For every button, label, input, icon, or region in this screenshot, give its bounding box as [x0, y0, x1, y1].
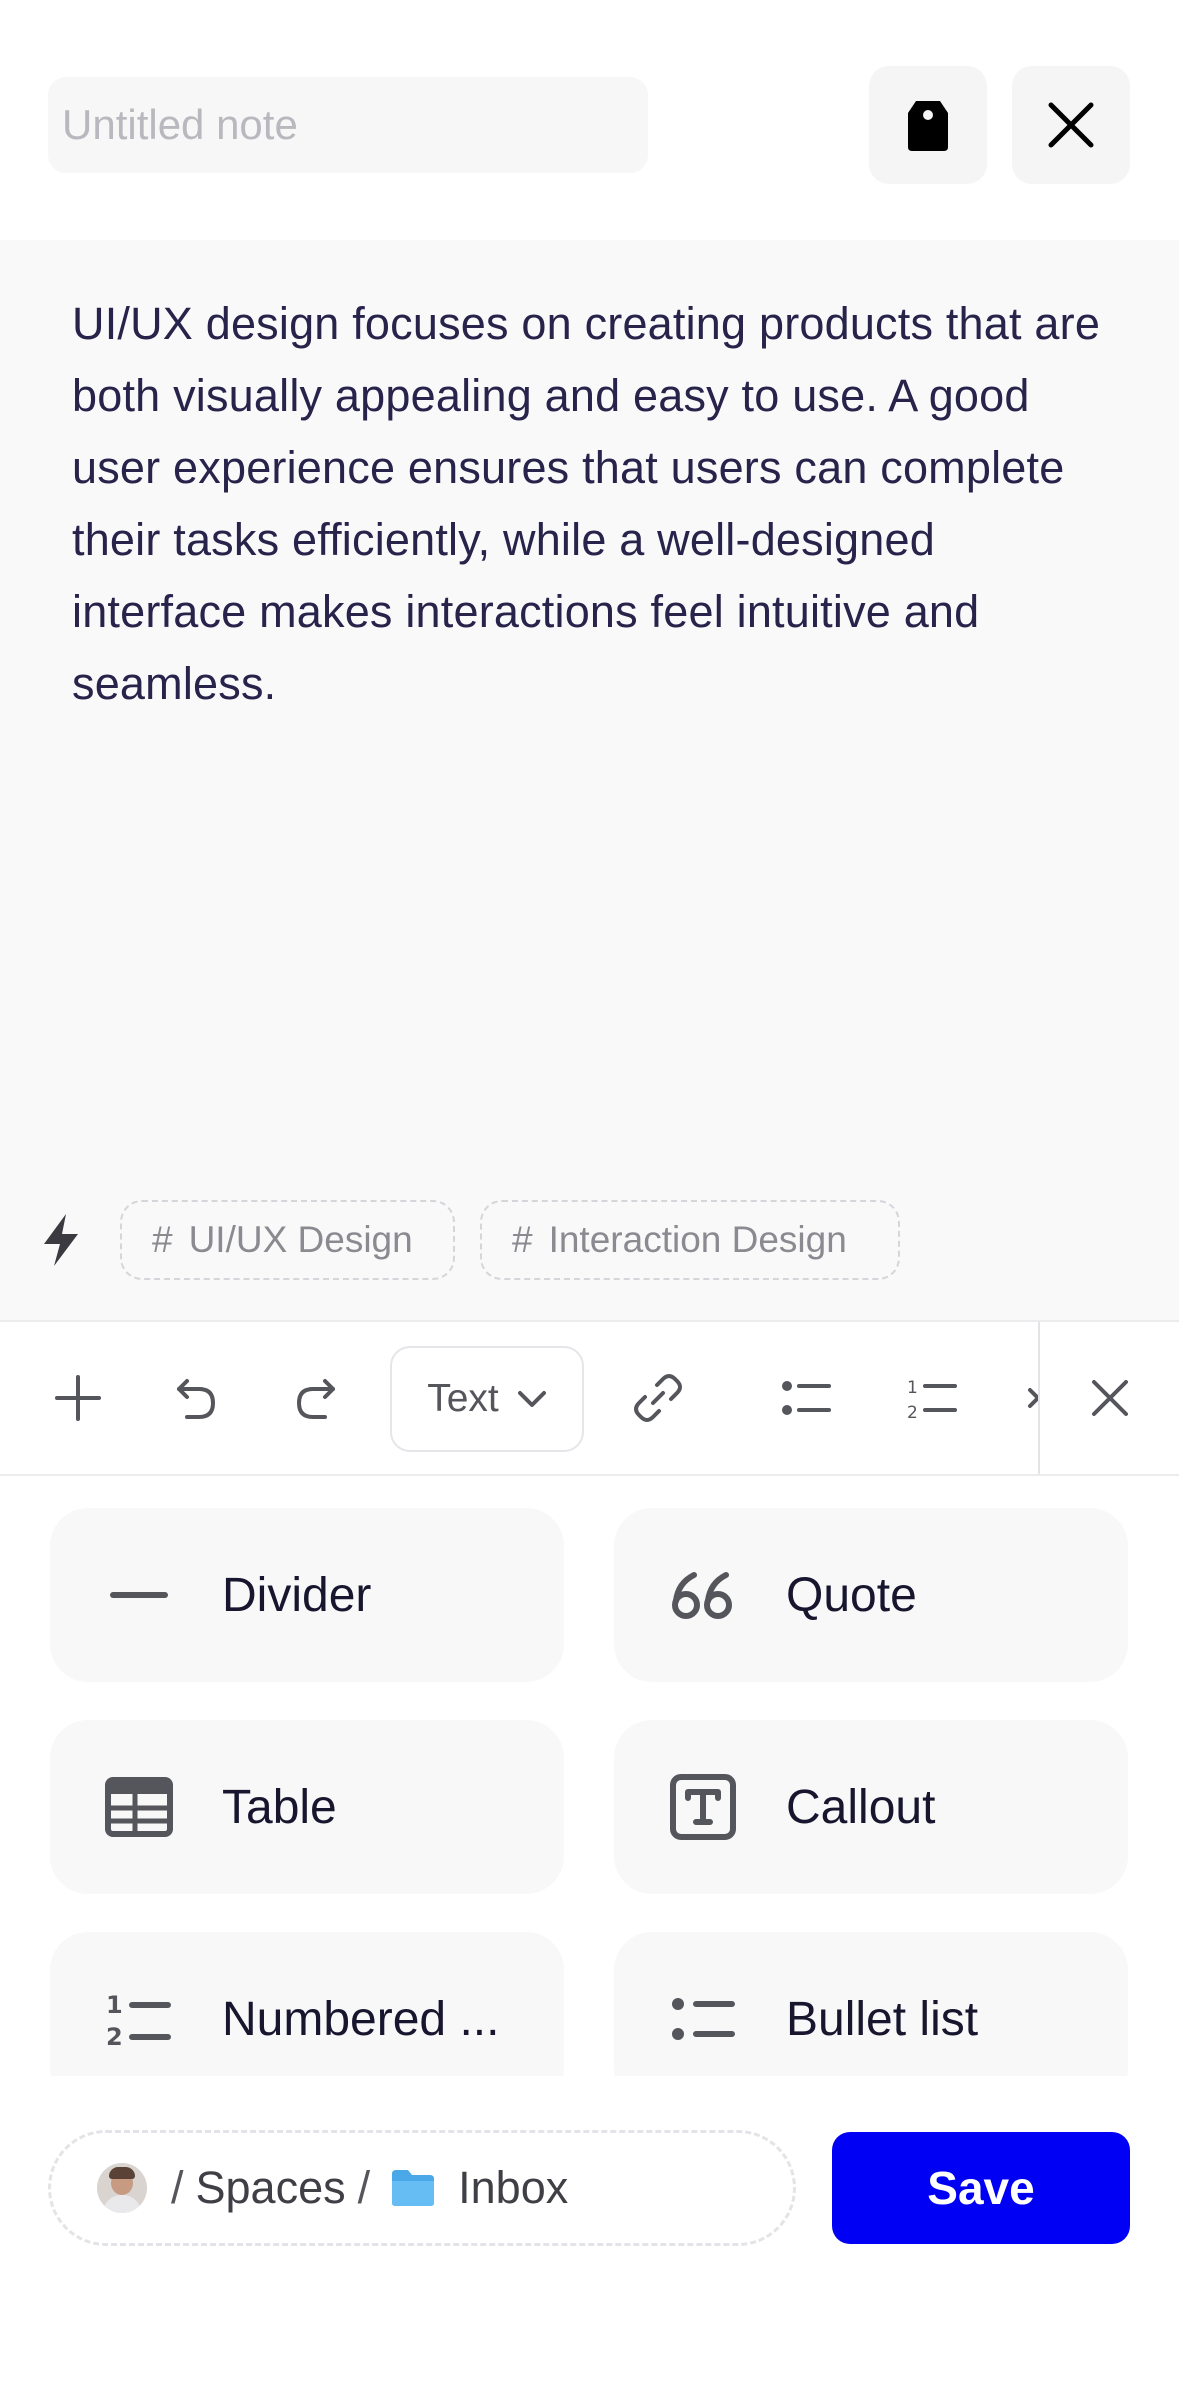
- svg-text:2: 2: [106, 2023, 123, 2047]
- quote-block-button[interactable]: Quote: [614, 1508, 1128, 1682]
- block-label: Bullet list: [786, 1992, 979, 2046]
- path-separator: /: [171, 2162, 184, 2213]
- tag-chip-uiux[interactable]: # UI/UX Design: [120, 1200, 455, 1280]
- undo-icon: [177, 1379, 216, 1419]
- quote-icon: [1028, 1388, 1040, 1408]
- redo-button[interactable]: [278, 1322, 354, 1474]
- table-icon: [105, 1777, 173, 1837]
- tag-label: UI/UX Design: [188, 1219, 413, 1260]
- table-block-button[interactable]: Table: [50, 1720, 564, 1894]
- numbered-list-block-button[interactable]: 1 2 Numbered ...: [50, 1932, 564, 2076]
- tag-label: Interaction Design: [548, 1219, 847, 1260]
- close-icon: [1048, 102, 1094, 148]
- bullet-list-button[interactable]: [766, 1322, 846, 1474]
- block-label: Table: [222, 1780, 337, 1834]
- bullet-list-icon: [782, 1381, 831, 1415]
- quote-icon: [672, 1572, 732, 1619]
- avatar: [97, 2163, 147, 2213]
- toolbar-divider: [1038, 1322, 1040, 1474]
- insert-block-grid: Divider Quote Table Callout 1 2 Numbered…: [0, 1476, 1179, 2076]
- save-button[interactable]: Save: [832, 2132, 1130, 2244]
- undo-button[interactable]: [158, 1322, 234, 1474]
- chevron-down-icon: [517, 1391, 546, 1407]
- folder-icon: [392, 2170, 435, 2206]
- numbered-list-icon: 1 2: [106, 1991, 171, 2047]
- link-icon: [634, 1374, 682, 1422]
- bolt-icon[interactable]: [38, 1212, 84, 1268]
- svg-text:1: 1: [106, 1991, 123, 2019]
- hash-icon: #: [152, 1219, 173, 1260]
- add-block-button[interactable]: [40, 1322, 116, 1474]
- tag-chip-interaction[interactable]: # Interaction Design: [480, 1200, 900, 1280]
- callout-icon: [670, 1774, 736, 1840]
- note-body-text[interactable]: UI/UX design focuses on creating product…: [72, 288, 1112, 720]
- svg-text:1: 1: [907, 1378, 918, 1398]
- divider-block-button[interactable]: Divider: [50, 1508, 564, 1682]
- text-style-dropdown[interactable]: Text: [390, 1346, 584, 1452]
- block-label: Numbered ...: [222, 1992, 500, 2046]
- note-editor[interactable]: UI/UX design focuses on creating product…: [0, 240, 1179, 1320]
- toolbar-overflow-item[interactable]: [1020, 1322, 1040, 1474]
- text-style-label: Text: [427, 1377, 499, 1420]
- note-footer: / Spaces / Inbox Save: [0, 2076, 1179, 2396]
- location-breadcrumb[interactable]: / Spaces / Inbox: [48, 2130, 796, 2246]
- tag-button[interactable]: [869, 66, 987, 184]
- path-separator: /: [357, 2162, 371, 2213]
- close-toolbar-button[interactable]: [1070, 1322, 1150, 1474]
- breadcrumb-inbox: Inbox: [458, 2162, 569, 2213]
- plus-icon: [55, 1375, 101, 1421]
- bullet-list-block-button[interactable]: Bullet list: [614, 1932, 1128, 2076]
- block-label: Callout: [786, 1780, 936, 1834]
- close-icon: [1092, 1380, 1128, 1416]
- note-header: [0, 0, 1179, 240]
- bullet-list-icon: [672, 1998, 735, 2040]
- hash-icon: #: [512, 1219, 533, 1260]
- svg-text:2: 2: [907, 1403, 918, 1420]
- numbered-list-button[interactable]: 1 2: [892, 1322, 972, 1474]
- tag-icon: [908, 101, 948, 151]
- divider-icon: [110, 1592, 168, 1598]
- numbered-list-icon: 1 2: [907, 1378, 957, 1420]
- note-title-input[interactable]: [48, 77, 648, 173]
- breadcrumb-spaces: Spaces: [195, 2162, 346, 2213]
- format-toolbar: Text 1 2: [0, 1320, 1179, 1476]
- link-button[interactable]: [618, 1322, 698, 1474]
- block-label: Divider: [222, 1568, 372, 1622]
- block-label: Quote: [786, 1568, 917, 1622]
- close-note-button[interactable]: [1012, 66, 1130, 184]
- tags-row: # UI/UX Design # Interaction Design: [0, 1200, 1179, 1280]
- redo-icon: [296, 1379, 335, 1419]
- callout-block-button[interactable]: Callout: [614, 1720, 1128, 1894]
